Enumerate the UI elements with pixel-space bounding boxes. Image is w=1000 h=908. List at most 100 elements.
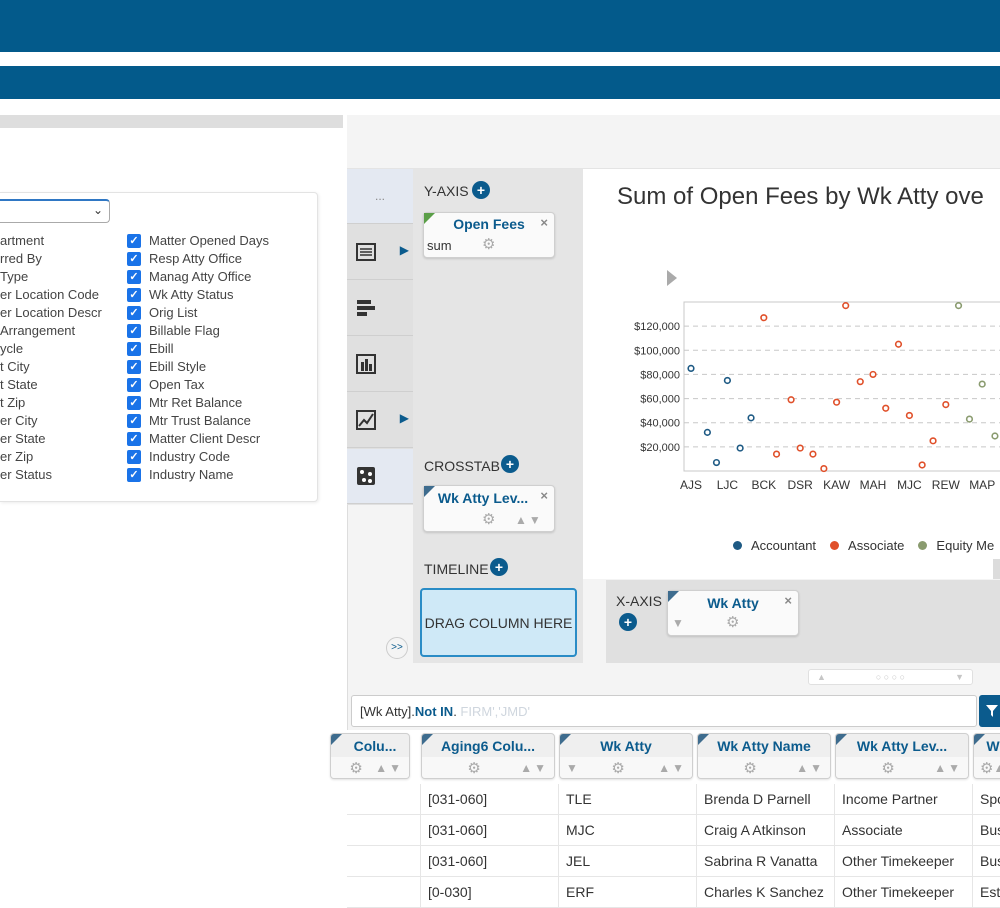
data-point[interactable] bbox=[869, 370, 877, 379]
field-item[interactable]: t State bbox=[0, 376, 125, 394]
play-icon[interactable] bbox=[667, 270, 677, 286]
add-yaxis-button[interactable]: + bbox=[472, 181, 490, 199]
field-item[interactable]: er Location Code bbox=[0, 286, 125, 304]
data-point[interactable] bbox=[882, 404, 890, 412]
checkbox-checked-icon[interactable]: ✓ bbox=[127, 270, 141, 284]
data-point[interactable] bbox=[736, 444, 744, 452]
gear-icon[interactable]: ⚙ bbox=[482, 510, 495, 528]
field-checkbox-item[interactable]: ✓ Industry Name bbox=[127, 466, 317, 484]
panel-splitter[interactable]: ▲ ○ ○ ○ ○ ▼ bbox=[808, 669, 973, 685]
checkbox-checked-icon[interactable]: ✓ bbox=[127, 288, 141, 302]
add-timeline-button[interactable]: + bbox=[490, 558, 508, 576]
filter-icon[interactable]: ▼ bbox=[566, 761, 578, 775]
checkbox-checked-icon[interactable]: ✓ bbox=[127, 252, 141, 266]
add-xaxis-button[interactable]: + bbox=[619, 613, 637, 631]
table-row[interactable]: [031-060]MJCCraig A AtkinsonAssociateBus bbox=[347, 815, 1000, 846]
data-point[interactable] bbox=[747, 414, 755, 422]
data-point[interactable] bbox=[894, 340, 903, 348]
checkbox-checked-icon[interactable]: ✓ bbox=[127, 324, 141, 338]
column-header[interactable]: Wk Atty Lev... ⚙ ▲▼ bbox=[835, 733, 969, 779]
data-point[interactable] bbox=[712, 458, 721, 467]
sort-icon[interactable]: ▲▼ bbox=[934, 761, 962, 775]
column-header[interactable]: Wk Atty ▼ ⚙ ▲▼ bbox=[559, 733, 693, 779]
vis-tab-scatter[interactable] bbox=[347, 449, 413, 504]
column-header[interactable]: Aging6 Colu... ⚙ ▲▼ bbox=[421, 733, 555, 779]
field-checkbox-item[interactable]: ✓ Ebill bbox=[127, 340, 317, 358]
vis-tab-table[interactable]: ▶ bbox=[347, 225, 413, 280]
checkbox-checked-icon[interactable]: ✓ bbox=[127, 414, 141, 428]
field-item[interactable]: Arrangement bbox=[0, 322, 125, 340]
data-point[interactable] bbox=[842, 302, 850, 310]
add-crosstab-button[interactable]: + bbox=[501, 455, 519, 473]
yaxis-pill[interactable]: Open Fees × sum ⚙ bbox=[423, 212, 555, 258]
checkbox-checked-icon[interactable]: ✓ bbox=[127, 342, 141, 356]
field-checkbox-item[interactable]: ✓ Industry Code bbox=[127, 448, 317, 466]
data-point[interactable] bbox=[929, 437, 937, 445]
field-checkbox-item[interactable]: ✓ Billable Flag bbox=[127, 322, 317, 340]
splitter-up-icon[interactable]: ▲ bbox=[817, 672, 826, 682]
data-point[interactable] bbox=[833, 398, 841, 406]
checkbox-checked-icon[interactable]: ✓ bbox=[127, 450, 141, 464]
gear-icon[interactable]: ⚙ bbox=[611, 759, 624, 777]
data-point[interactable] bbox=[760, 314, 768, 322]
close-icon[interactable]: × bbox=[784, 593, 792, 608]
sort-icon[interactable]: ▲▼ bbox=[375, 761, 403, 775]
field-checkbox-item[interactable]: ✓ Mtr Ret Balance bbox=[127, 394, 317, 412]
legend-item[interactable]: Equity Me bbox=[918, 538, 994, 553]
gear-icon[interactable]: ⚙ bbox=[743, 759, 756, 777]
vis-tab-line[interactable]: ▶ bbox=[347, 393, 413, 448]
field-item[interactable]: er Zip bbox=[0, 448, 125, 466]
field-item[interactable]: er Status bbox=[0, 466, 125, 484]
data-point[interactable] bbox=[954, 302, 963, 310]
data-point[interactable] bbox=[820, 464, 828, 473]
sort-icon[interactable]: ▲▼ bbox=[515, 513, 543, 527]
data-point[interactable] bbox=[687, 364, 695, 372]
sort-icon[interactable]: ▲▼ bbox=[796, 761, 824, 775]
field-checkbox-item[interactable]: ✓ Open Tax bbox=[127, 376, 317, 394]
apply-filter-button[interactable] bbox=[979, 695, 1000, 727]
chart-scrollbar[interactable] bbox=[993, 559, 1000, 579]
data-point[interactable] bbox=[991, 432, 999, 440]
expand-arrow-icon[interactable]: ▶ bbox=[400, 243, 409, 257]
field-item[interactable]: er Location Descr bbox=[0, 304, 125, 322]
field-item[interactable]: artment bbox=[0, 232, 125, 250]
field-checkbox-item[interactable]: ✓ Ebill Style bbox=[127, 358, 317, 376]
field-item[interactable]: t City bbox=[0, 358, 125, 376]
data-point[interactable] bbox=[703, 428, 711, 436]
field-checkbox-item[interactable]: ✓ Manag Atty Office bbox=[127, 268, 317, 286]
gear-icon[interactable]: ⚙ bbox=[980, 759, 993, 777]
gear-icon[interactable]: ⚙ bbox=[881, 759, 894, 777]
data-point[interactable] bbox=[942, 401, 950, 409]
field-item[interactable]: er City bbox=[0, 412, 125, 430]
field-item[interactable]: rred By bbox=[0, 250, 125, 268]
sort-icon[interactable]: ▲▼ bbox=[658, 761, 686, 775]
data-point[interactable] bbox=[978, 380, 986, 388]
field-checkbox-item[interactable]: ✓ Wk Atty Status bbox=[127, 286, 317, 304]
field-item[interactable]: Type bbox=[0, 268, 125, 286]
table-row[interactable]: [031-060] JEL Sabrina R Vanatta Other Timek… bbox=[347, 846, 1000, 877]
timeline-drop-zone[interactable]: DRAG COLUMN HERE bbox=[420, 588, 577, 657]
gear-icon[interactable]: ⚙ bbox=[349, 759, 362, 777]
gear-icon[interactable]: ⚙ bbox=[467, 759, 480, 777]
checkbox-checked-icon[interactable]: ✓ bbox=[127, 306, 141, 320]
checkbox-checked-icon[interactable]: ✓ bbox=[127, 360, 141, 374]
field-item[interactable]: ycle bbox=[0, 340, 125, 358]
field-checkbox-item[interactable]: ✓ Resp Atty Office bbox=[127, 250, 317, 268]
splitter-down-icon[interactable]: ▼ bbox=[955, 672, 964, 682]
checkbox-checked-icon[interactable]: ✓ bbox=[127, 432, 141, 446]
vis-tab-bar[interactable] bbox=[347, 281, 413, 336]
field-group-select[interactable]: ⌄ bbox=[0, 199, 110, 223]
close-icon[interactable]: × bbox=[540, 215, 548, 230]
sort-icon[interactable]: ▲▼ bbox=[993, 761, 1000, 775]
gear-icon[interactable]: ⚙ bbox=[726, 613, 739, 631]
filter-icon[interactable]: ▼ bbox=[672, 616, 684, 630]
legend-item[interactable]: Accountant bbox=[733, 538, 816, 553]
data-point[interactable] bbox=[723, 376, 731, 385]
close-icon[interactable]: × bbox=[540, 488, 548, 503]
expand-panel-button[interactable]: >> bbox=[386, 637, 408, 659]
field-item[interactable]: t Zip bbox=[0, 394, 125, 412]
data-point[interactable] bbox=[787, 396, 795, 404]
table-row[interactable]: [031-060] TLE Brenda D Parnell Income Partn… bbox=[347, 784, 1000, 815]
checkbox-checked-icon[interactable]: ✓ bbox=[127, 396, 141, 410]
checkbox-checked-icon[interactable]: ✓ bbox=[127, 234, 141, 248]
